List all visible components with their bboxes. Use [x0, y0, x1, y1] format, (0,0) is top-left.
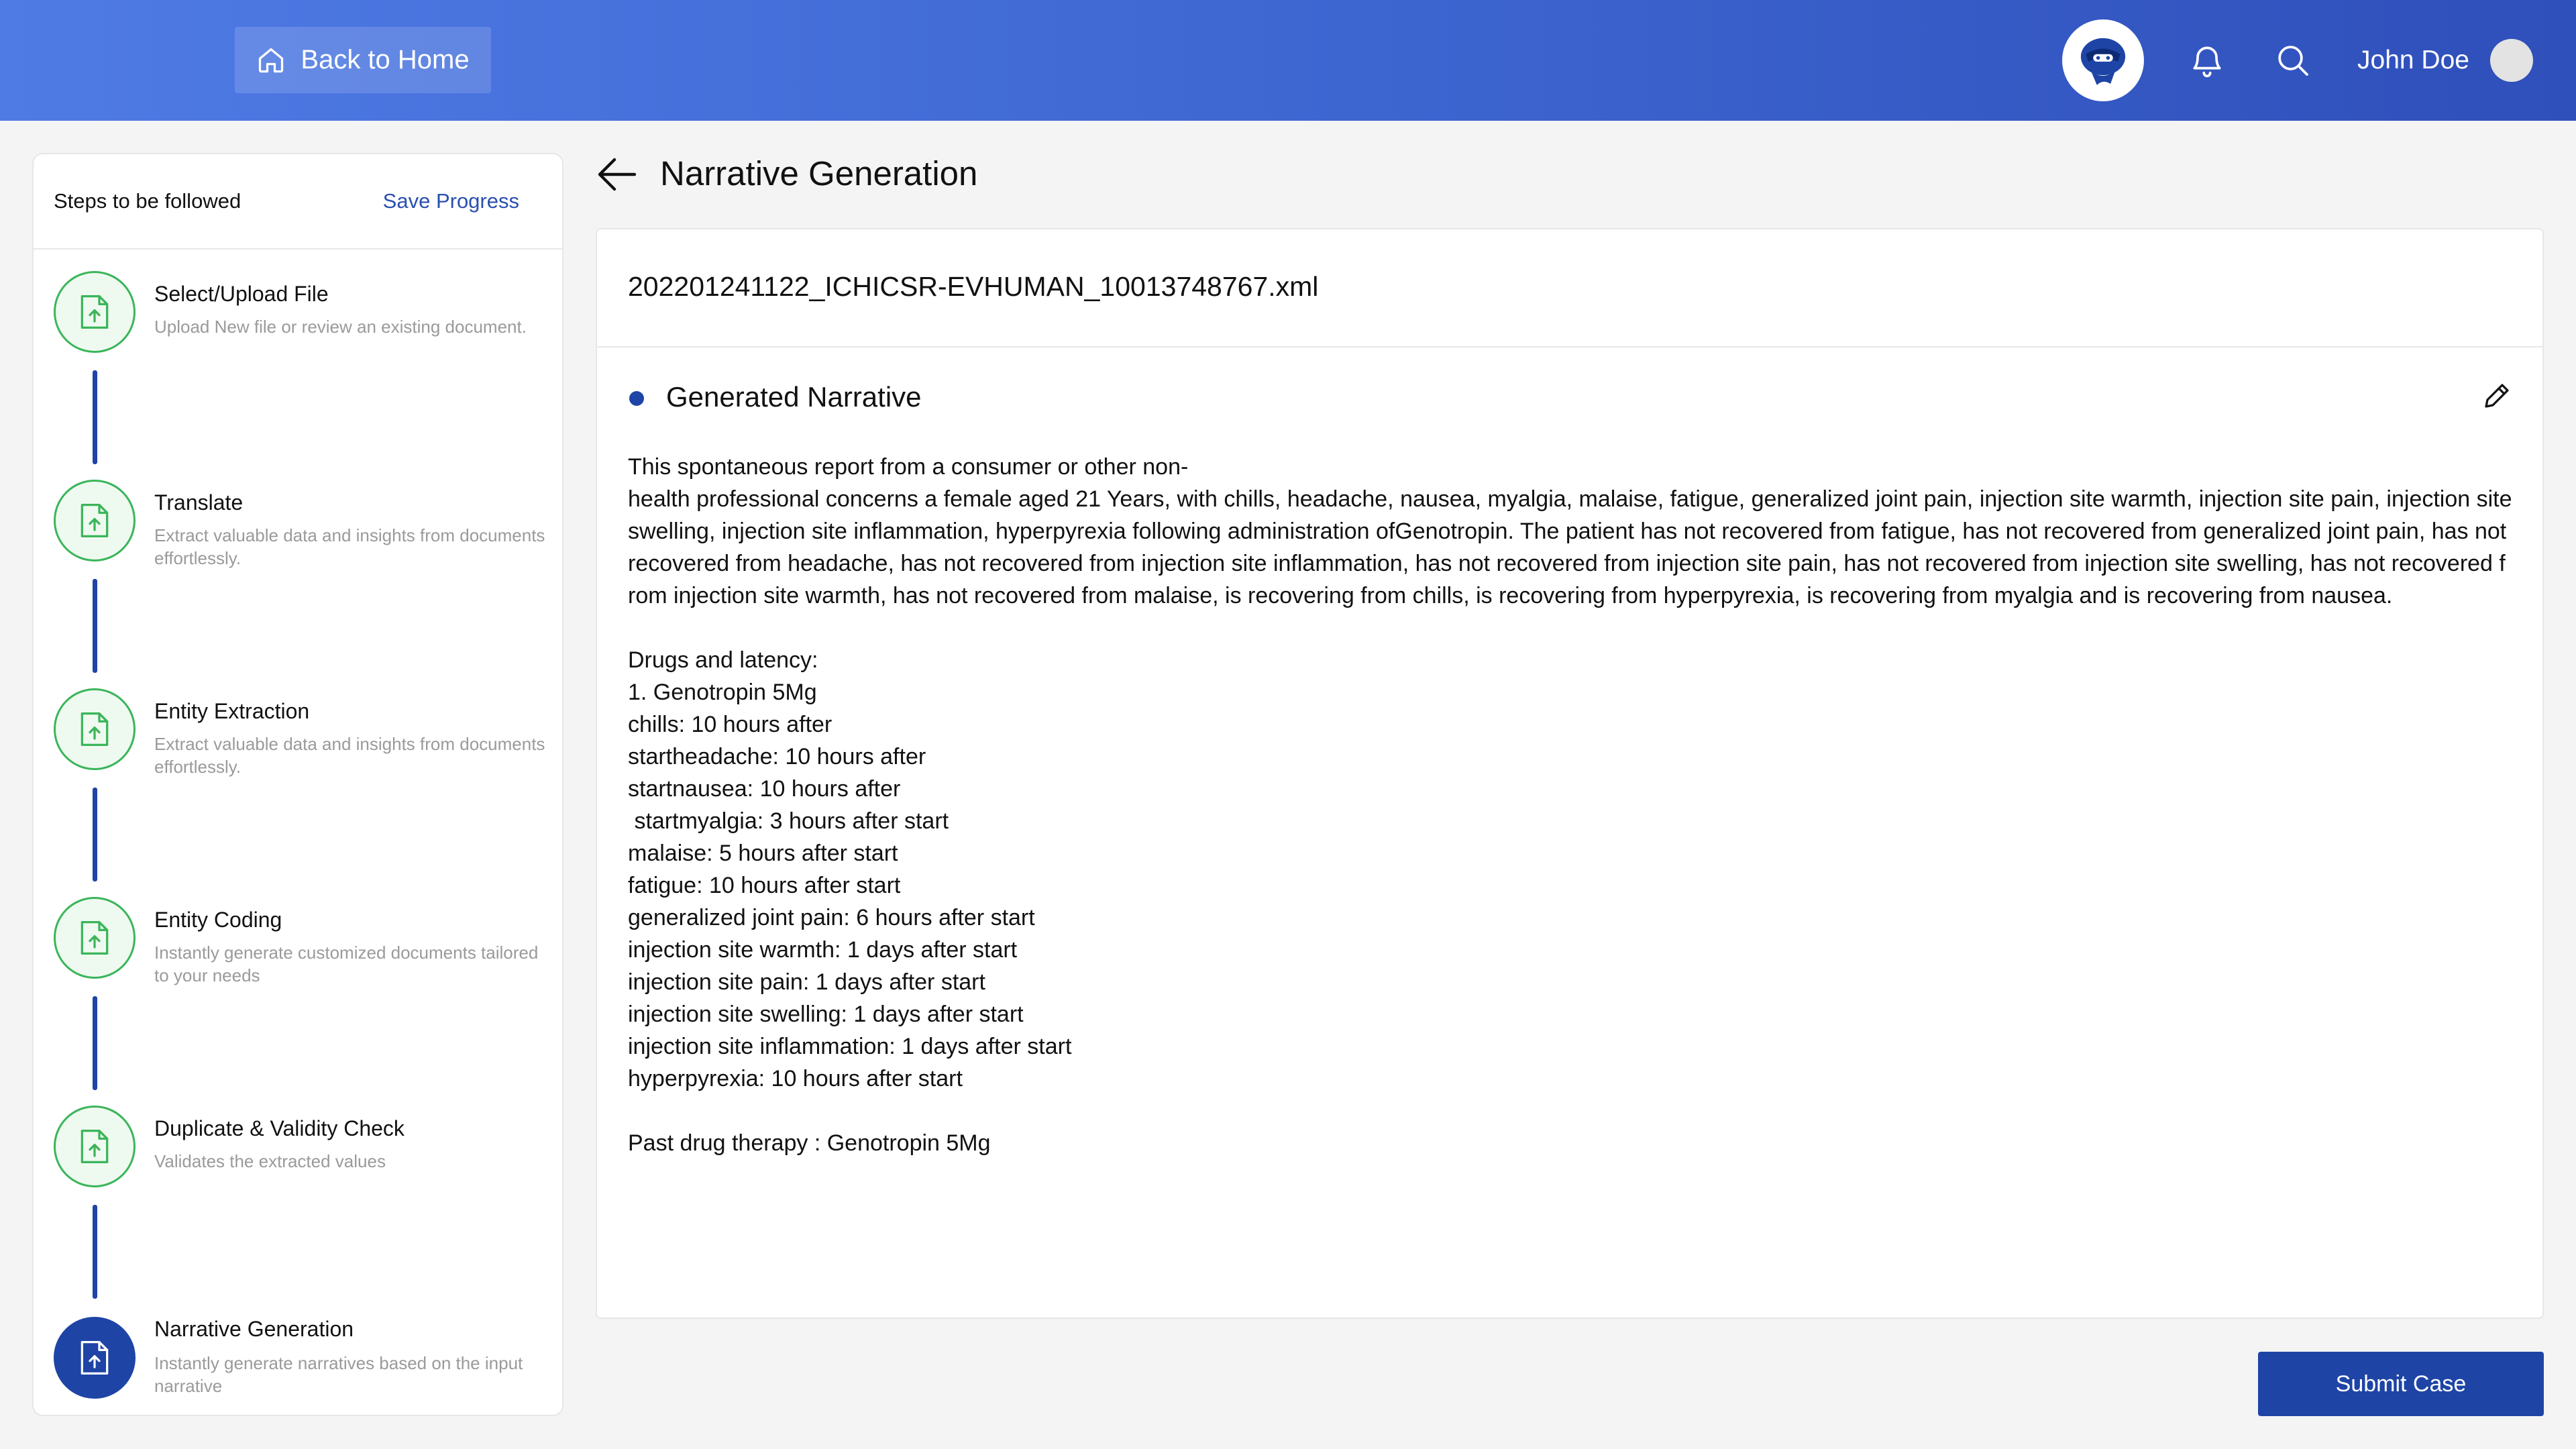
step-title: Translate	[154, 490, 244, 515]
step-translate[interactable]: Translate Extract valuable data and insi…	[34, 480, 562, 568]
file-upload-icon	[80, 504, 109, 537]
search-icon[interactable]	[2274, 42, 2312, 79]
step-connector	[93, 1205, 97, 1299]
step-description: Instantly generate narratives based on t…	[154, 1353, 523, 1396]
back-to-home-button[interactable]: Back to Home	[235, 27, 491, 93]
step-entity-coding[interactable]: Entity Coding Instantly generate customi…	[34, 897, 562, 985]
file-upload-icon	[80, 921, 109, 955]
file-upload-icon	[80, 295, 109, 329]
section-bullet	[629, 391, 644, 406]
top-bar: Back to Home John Doe	[0, 0, 2576, 121]
steps-panel: Steps to be followed Save Progress Selec…	[32, 153, 564, 1416]
steps-title: Steps to be followed	[54, 189, 241, 213]
step-duplicate-validity[interactable]: Duplicate & Validity Check Validates the…	[34, 1106, 562, 1191]
step-description: Validates the extracted values	[154, 1151, 386, 1171]
save-progress-link[interactable]: Save Progress	[383, 189, 519, 213]
step-status-circle	[54, 480, 136, 561]
step-description: Upload New file or review an existing do…	[154, 317, 527, 337]
step-description: Extract valuable data and insights from …	[154, 525, 545, 568]
steps-header: Steps to be followed Save Progress	[34, 154, 562, 250]
step-connector	[93, 996, 97, 1090]
step-status-circle	[54, 688, 136, 770]
step-select-upload[interactable]: Select/Upload File Upload New file or re…	[34, 271, 562, 357]
step-title: Entity Extraction	[154, 699, 310, 723]
submit-case-button[interactable]: Submit Case	[2258, 1352, 2544, 1416]
step-title: Entity Coding	[154, 908, 282, 932]
step-status-circle	[54, 1106, 136, 1187]
step-description: Instantly generate customized documents …	[154, 943, 539, 985]
back-arrow-icon[interactable]	[597, 156, 637, 193]
pencil-icon[interactable]	[2481, 380, 2513, 412]
file-upload-icon	[80, 712, 109, 746]
avatar[interactable]	[2490, 39, 2533, 82]
step-status-circle	[54, 1317, 136, 1399]
home-icon	[259, 48, 284, 72]
step-title: Select/Upload File	[154, 282, 329, 306]
user-name[interactable]: John Doe	[2357, 43, 2469, 78]
step-connector	[93, 370, 97, 464]
narrative-card: 202201241122_ICHICSR-EVHUMAN_10013748767…	[596, 228, 2544, 1319]
step-description: Extract valuable data and insights from …	[154, 734, 545, 777]
step-narrative-generation[interactable]: Narrative Generation Instantly generate …	[34, 1317, 562, 1403]
file-upload-icon	[80, 1341, 109, 1375]
generated-narrative-text[interactable]: This spontaneous report from a consumer …	[628, 451, 2513, 1159]
step-status-circle	[54, 897, 136, 979]
step-connector	[93, 579, 97, 673]
step-connector	[93, 788, 97, 881]
file-name: 202201241122_ICHICSR-EVHUMAN_10013748767…	[628, 271, 1319, 302]
file-upload-icon	[80, 1130, 109, 1163]
app-logo[interactable]	[2062, 19, 2144, 101]
step-entity-extraction[interactable]: Entity Extraction Extract valuable data …	[34, 688, 562, 777]
bell-icon[interactable]	[2188, 42, 2226, 79]
logo-icon	[2080, 38, 2126, 85]
file-header: 202201241122_ICHICSR-EVHUMAN_10013748767…	[597, 229, 2542, 347]
page-title: Narrative Generation	[660, 154, 978, 193]
section-title: Generated Narrative	[666, 381, 922, 413]
step-title: Narrative Generation	[154, 1317, 354, 1341]
step-status-circle	[54, 271, 136, 353]
back-to-home-label: Back to Home	[301, 45, 470, 74]
step-title: Duplicate & Validity Check	[154, 1116, 405, 1140]
